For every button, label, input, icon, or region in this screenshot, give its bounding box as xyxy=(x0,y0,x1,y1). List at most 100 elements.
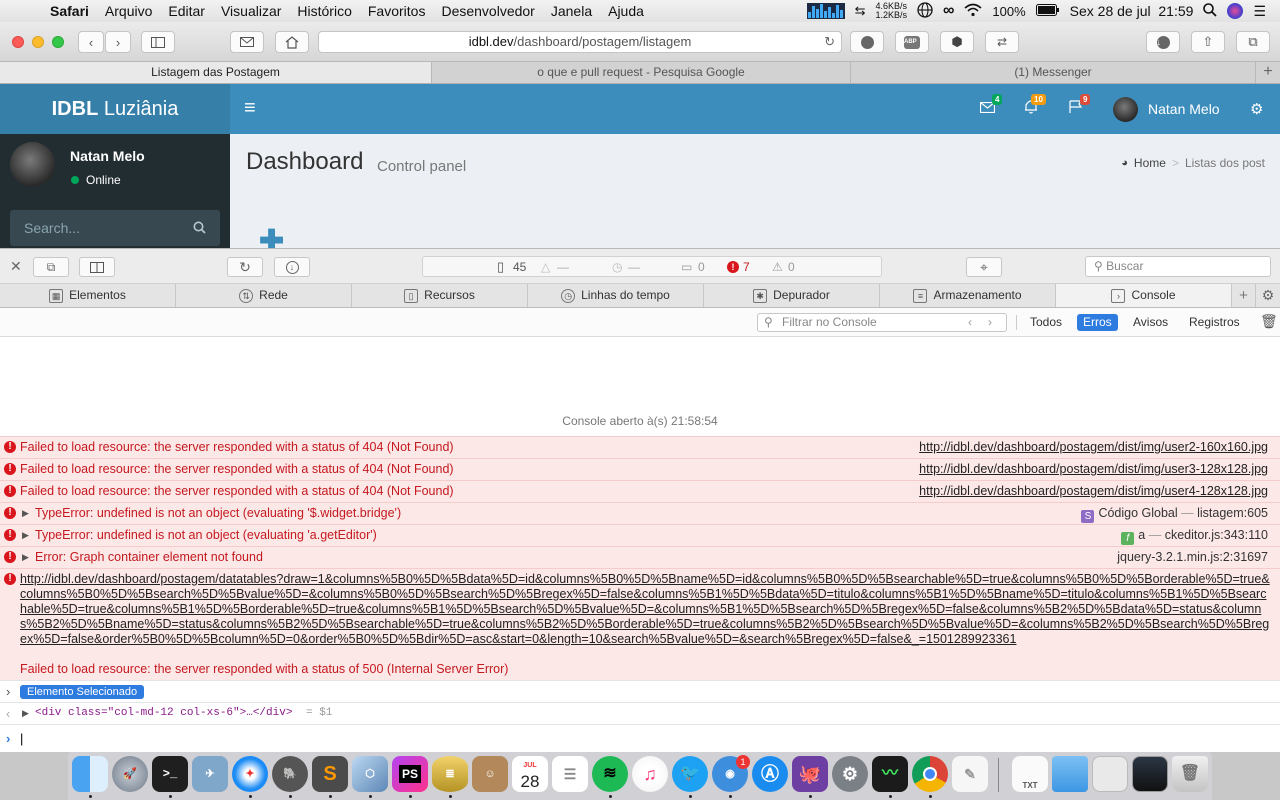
minimize-window-button[interactable] xyxy=(32,36,44,48)
console-error-row[interactable]: ! ▶ TypeError: undefined is not an objec… xyxy=(0,524,1280,546)
inspect-element-button[interactable]: ⌖ xyxy=(966,257,1002,277)
spotify-icon[interactable]: ≋ xyxy=(592,756,628,792)
error-source-link[interactable]: http://idbl.dev/dashboard/postagem/dist/… xyxy=(919,484,1268,498)
extension-button-1[interactable] xyxy=(850,31,884,53)
activity-monitor-icon[interactable]: 〰 xyxy=(872,756,908,792)
navbar-user-name[interactable]: Natan Melo xyxy=(1148,101,1220,117)
filter-avisos[interactable]: Avisos xyxy=(1127,314,1174,331)
new-tab-button[interactable]: + xyxy=(1256,62,1280,83)
expand-triangle-icon[interactable]: ▶ xyxy=(22,508,29,519)
console-error-row[interactable]: ! ▶ TypeError: undefined is not an objec… xyxy=(0,502,1280,524)
calendar-icon[interactable]: JUL 28 xyxy=(512,756,548,792)
console-error-row[interactable]: ! Failed to load resource: the server re… xyxy=(0,436,1280,458)
spotlight-search-icon[interactable] xyxy=(1203,2,1218,20)
itunes-music-icon[interactable]: ♫ xyxy=(632,756,668,792)
navbar-user-avatar[interactable] xyxy=(1113,97,1138,122)
console-input[interactable]: | xyxy=(20,731,23,746)
reload-page-button[interactable]: ↻ xyxy=(227,257,263,277)
resources-count[interactable]: 45 xyxy=(513,260,526,274)
console-filter-input[interactable]: ⚲ Filtrar no Console ‹ › xyxy=(757,313,1007,332)
screenshot-thumbnail-icon[interactable] xyxy=(1092,756,1128,792)
tab-rede[interactable]: ⇅ Rede xyxy=(176,284,352,307)
folder-icon[interactable] xyxy=(1052,756,1088,792)
control-sidebar-gears-icon[interactable]: ⚙ xyxy=(1250,100,1263,118)
app-store-icon[interactable]: Ⓐ xyxy=(752,756,788,792)
expand-triangle-icon[interactable]: ▶ xyxy=(22,708,29,719)
breadcrumb-home[interactable]: Home xyxy=(1134,156,1166,170)
twitter-icon[interactable]: 🐦 xyxy=(672,756,708,792)
error-count[interactable]: 7 xyxy=(743,260,750,274)
error-source[interactable]: S Código Global — listagem:605 xyxy=(1081,506,1268,523)
finder-icon[interactable] xyxy=(72,756,108,792)
safari-compass-icon[interactable]: ✦ xyxy=(232,756,268,792)
error-source-file[interactable]: jquery-3.2.1.min.js:2:31697 xyxy=(1117,550,1268,564)
tab-armazenamento[interactable]: ≡ Armazenamento xyxy=(880,284,1056,307)
notes-document-icon[interactable]: ✎ xyxy=(952,756,988,792)
download-archive-button[interactable]: ↓ xyxy=(274,257,310,277)
menu-item-visualizar[interactable]: Visualizar xyxy=(213,3,289,19)
reload-icon[interactable]: ↻ xyxy=(824,32,835,52)
app-switch-icon[interactable]: ⇆ xyxy=(855,3,866,19)
home-button[interactable] xyxy=(275,31,309,53)
app-logo[interactable]: IDBL Luziânia xyxy=(0,84,230,134)
tab-recursos[interactable]: ▯ Recursos xyxy=(352,284,528,307)
menu-item-editar[interactable]: Editar xyxy=(160,3,213,19)
filter-todos[interactable]: Todos xyxy=(1024,314,1068,331)
elephant-app-icon[interactable]: 🐘 xyxy=(272,756,308,792)
sidebar-search-box[interactable]: Search... xyxy=(10,210,220,246)
virtualbox-cube-icon[interactable]: ⬡ xyxy=(352,756,388,792)
downloads-button[interactable]: ↓ xyxy=(1146,31,1180,53)
share-button[interactable]: ⇧ xyxy=(1191,31,1225,53)
sequel-pro-icon[interactable]: ≣ xyxy=(432,756,468,792)
console-error-row[interactable]: ! ▶ Error: Graph container element not f… xyxy=(0,546,1280,568)
error-source-link[interactable]: http://idbl.dev/dashboard/postagem/dist/… xyxy=(919,462,1268,476)
filter-next-icon[interactable]: › xyxy=(988,314,992,331)
notification-center-icon[interactable]: ☰ xyxy=(1253,3,1266,20)
sidebar-search-input[interactable]: Search... xyxy=(24,220,80,236)
add-tab-button[interactable]: + xyxy=(1232,284,1256,307)
error-request-url[interactable]: http://idbl.dev/dashboard/postagem/datat… xyxy=(20,572,1270,647)
sublime-text-icon[interactable]: S xyxy=(312,756,348,792)
address-bar[interactable]: idbl.dev/dashboard/postagem/listagem ↻ xyxy=(318,31,842,53)
extension-button-3[interactable]: ⇄ xyxy=(985,31,1019,53)
close-devtools-icon[interactable]: ✕ xyxy=(10,258,22,275)
sidebar-toggle-button[interactable] xyxy=(141,31,175,53)
devtools-settings-icon[interactable]: ⚙ xyxy=(1256,284,1280,307)
browser-tab-messenger[interactable]: (1) Messenger xyxy=(851,62,1256,83)
tab-linhas-do-tempo[interactable]: ◷ Linhas do tempo xyxy=(528,284,704,307)
globe-icon[interactable] xyxy=(917,1,933,21)
clock-datetime[interactable]: Sex 28 de jul 21:59 xyxy=(1070,3,1194,19)
console-error-row-long[interactable]: ! http://idbl.dev/dashboard/postagem/dat… xyxy=(0,568,1280,680)
system-preferences-icon[interactable]: ⚙ xyxy=(832,756,868,792)
dock-side-button[interactable] xyxy=(79,257,115,277)
network-graph-icon[interactable] xyxy=(806,3,845,19)
trash-icon[interactable]: 🗑 xyxy=(1172,756,1208,792)
devtools-search-input[interactable]: ⚲ Buscar xyxy=(1085,256,1271,277)
menu-item-janela[interactable]: Janela xyxy=(543,3,600,19)
wifi-icon[interactable] xyxy=(964,3,982,20)
chrome-icon[interactable] xyxy=(912,756,948,792)
menu-item-desenvolvedor[interactable]: Desenvolvedor xyxy=(433,3,542,19)
menu-app-name[interactable]: Safari xyxy=(42,3,97,19)
extension-button-2[interactable]: ⬢ xyxy=(940,31,974,53)
warning-count[interactable]: 0 xyxy=(788,260,795,274)
clear-console-trash-icon[interactable]: 🗑 xyxy=(1260,313,1278,330)
battery-icon[interactable] xyxy=(1035,3,1060,19)
error-source-link[interactable]: http://idbl.dev/dashboard/postagem/dist/… xyxy=(919,440,1268,454)
sidebar-toggle-hamburger[interactable]: ≡ xyxy=(244,97,256,120)
console-error-row[interactable]: ! Failed to load resource: the server re… xyxy=(0,480,1280,502)
console-prompt-row[interactable]: › | xyxy=(0,724,1280,752)
filter-registros[interactable]: Registros xyxy=(1183,314,1246,331)
menu-item-historico[interactable]: Histórico xyxy=(289,3,359,19)
preview-icon[interactable]: ✈ xyxy=(192,756,228,792)
selected-node-row[interactable]: ‹ ▶ <div class="col-md-12 col-xs-6">…</d… xyxy=(0,702,1280,724)
phpstorm-icon[interactable]: PS xyxy=(392,756,428,792)
back-button[interactable]: ‹ xyxy=(78,31,104,53)
desktop-thumbnail-icon[interactable] xyxy=(1132,756,1168,792)
menu-item-arquivo[interactable]: Arquivo xyxy=(97,3,160,19)
selected-element-row[interactable]: › Elemento Selecionado xyxy=(0,680,1280,702)
adblock-button[interactable]: ABP xyxy=(895,31,929,53)
add-plus-icon[interactable]: ✚ xyxy=(259,227,284,249)
expand-triangle-icon[interactable]: ▶ xyxy=(22,530,29,541)
textedit-document-icon[interactable]: TXT xyxy=(1012,756,1048,792)
